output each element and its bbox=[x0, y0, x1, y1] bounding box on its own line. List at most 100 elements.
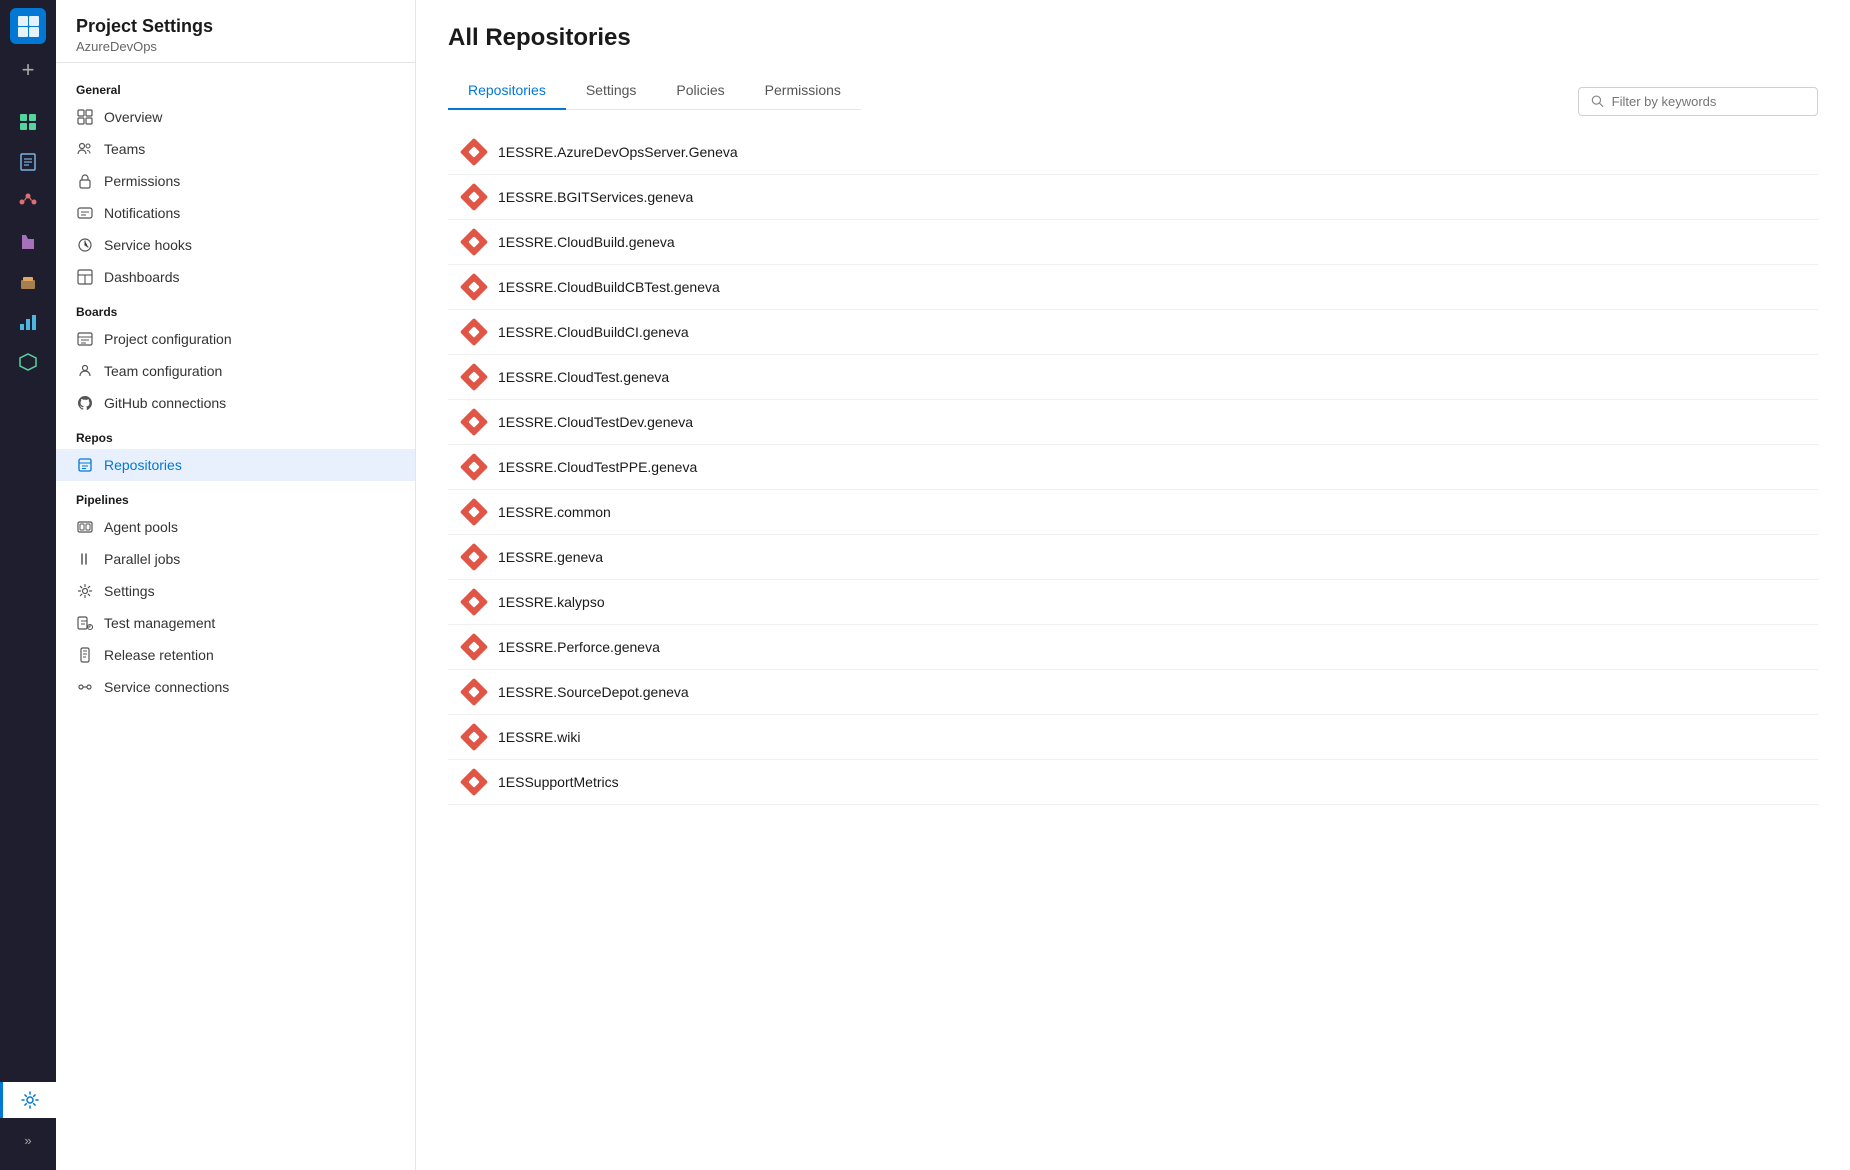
repo-icon bbox=[460, 408, 488, 436]
table-row[interactable]: 1ESSupportMetrics bbox=[448, 760, 1818, 805]
table-row[interactable]: 1ESSRE.CloudBuild.geneva bbox=[448, 220, 1818, 265]
sidebar-item-settings[interactable]: Settings bbox=[56, 575, 415, 607]
sidebar-item-overview-label: Overview bbox=[104, 109, 162, 125]
tab-policies[interactable]: Policies bbox=[656, 72, 744, 110]
filter-input-container[interactable] bbox=[1578, 87, 1818, 116]
table-row[interactable]: 1ESSRE.SourceDepot.geneva bbox=[448, 670, 1818, 715]
repo-name: 1ESSRE.CloudTest.geneva bbox=[498, 369, 669, 385]
table-row[interactable]: 1ESSRE.kalypso bbox=[448, 580, 1818, 625]
table-row[interactable]: 1ESSRE.CloudTestDev.geneva bbox=[448, 400, 1818, 445]
page-title: All Repositories bbox=[448, 24, 1818, 52]
filter-icon bbox=[1591, 94, 1604, 108]
repo-icon bbox=[460, 453, 488, 481]
table-row[interactable]: 1ESSRE.CloudTestPPE.geneva bbox=[448, 445, 1818, 490]
sidebar-item-overview[interactable]: Overview bbox=[56, 101, 415, 133]
tabs-filter-row: Repositories Settings Policies Permissio… bbox=[448, 72, 1818, 130]
table-row[interactable]: 1ESSRE.CloudBuildCBTest.geneva bbox=[448, 265, 1818, 310]
section-pipelines: Pipelines bbox=[56, 481, 415, 511]
sidebar-item-agent-pools[interactable]: Agent pools bbox=[56, 511, 415, 543]
table-row[interactable]: 1ESSRE.AzureDevOpsServer.Geneva bbox=[448, 130, 1818, 175]
notifications-icon bbox=[76, 204, 94, 222]
permissions-icon bbox=[76, 172, 94, 190]
sidebar-item-github-connections-label: GitHub connections bbox=[104, 395, 226, 411]
table-row[interactable]: 1ESSRE.wiki bbox=[448, 715, 1818, 760]
artifacts-rail-icon[interactable] bbox=[10, 264, 46, 300]
sidebar-item-project-configuration[interactable]: Project configuration bbox=[56, 323, 415, 355]
agent-pools-icon bbox=[76, 518, 94, 536]
sidebar-item-notifications[interactable]: Notifications bbox=[56, 197, 415, 229]
add-icon[interactable]: + bbox=[10, 52, 46, 88]
repo-name: 1ESSRE.Perforce.geneva bbox=[498, 639, 660, 655]
tab-settings[interactable]: Settings bbox=[566, 72, 657, 110]
sidebar-item-agent-pools-label: Agent pools bbox=[104, 519, 178, 535]
repo-icon bbox=[460, 228, 488, 256]
main-panel: All Repositories Repositories Settings P… bbox=[416, 0, 1850, 1170]
table-row[interactable]: 1ESSRE.CloudBuildCI.geneva bbox=[448, 310, 1818, 355]
team-config-icon bbox=[76, 362, 94, 380]
sidebar-item-release-retention-label: Release retention bbox=[104, 647, 214, 663]
repo-name: 1ESSupportMetrics bbox=[498, 774, 619, 790]
sidebar-item-parallel-jobs-label: Parallel jobs bbox=[104, 551, 180, 567]
repo-name: 1ESSRE.CloudBuild.geneva bbox=[498, 234, 675, 250]
release-retention-icon bbox=[76, 646, 94, 664]
pipelines-rail-icon[interactable] bbox=[10, 184, 46, 220]
sidebar-item-teams[interactable]: Teams bbox=[56, 133, 415, 165]
sidebar-item-team-configuration[interactable]: Team configuration bbox=[56, 355, 415, 387]
sidebar-item-release-retention[interactable]: Release retention bbox=[56, 639, 415, 671]
service-connections-icon bbox=[76, 678, 94, 696]
repo-name: 1ESSRE.wiki bbox=[498, 729, 580, 745]
repo-icon bbox=[460, 498, 488, 526]
github-icon bbox=[76, 394, 94, 412]
service-hooks-icon bbox=[76, 236, 94, 254]
repo-icon bbox=[460, 318, 488, 346]
project-config-icon bbox=[76, 330, 94, 348]
filter-by-keywords-input[interactable] bbox=[1612, 94, 1805, 109]
repository-list: 1ESSRE.AzureDevOpsServer.Geneva 1ESSRE.B… bbox=[448, 130, 1818, 805]
sidebar-item-project-configuration-label: Project configuration bbox=[104, 331, 232, 347]
sidebar-item-teams-label: Teams bbox=[104, 141, 145, 157]
sidebar-item-service-hooks[interactable]: Service hooks bbox=[56, 229, 415, 261]
sidebar-item-notifications-label: Notifications bbox=[104, 205, 180, 221]
tab-permissions[interactable]: Permissions bbox=[745, 72, 861, 110]
main-content: All Repositories Repositories Settings P… bbox=[416, 0, 1850, 1170]
connections-rail-icon[interactable] bbox=[10, 344, 46, 380]
sidebar-item-test-management-label: Test management bbox=[104, 615, 215, 631]
sidebar-subtitle: AzureDevOps bbox=[76, 39, 395, 54]
section-repos: Repos bbox=[56, 419, 415, 449]
repo-icon bbox=[460, 273, 488, 301]
sidebar-item-settings-label: Settings bbox=[104, 583, 155, 599]
table-row[interactable]: 1ESSRE.CloudTest.geneva bbox=[448, 355, 1818, 400]
collapse-rail-icon[interactable]: » bbox=[10, 1122, 46, 1158]
repo-icon bbox=[460, 723, 488, 751]
sidebar-item-dashboards[interactable]: Dashboards bbox=[56, 261, 415, 293]
settings-icon bbox=[76, 582, 94, 600]
repositories-icon bbox=[76, 456, 94, 474]
section-boards: Boards bbox=[56, 293, 415, 323]
dashboards-icon bbox=[76, 268, 94, 286]
table-row[interactable]: 1ESSRE.geneva bbox=[448, 535, 1818, 580]
repo-icon bbox=[460, 588, 488, 616]
tab-repositories[interactable]: Repositories bbox=[448, 72, 566, 110]
table-row[interactable]: 1ESSRE.Perforce.geneva bbox=[448, 625, 1818, 670]
teams-icon bbox=[76, 140, 94, 158]
table-row[interactable]: 1ESSRE.BGITServices.geneva bbox=[448, 175, 1818, 220]
sidebar-item-repositories[interactable]: Repositories bbox=[56, 449, 415, 481]
sidebar-nav: General Overview Teams Permissions Notif… bbox=[56, 63, 415, 711]
repo-name: 1ESSRE.SourceDepot.geneva bbox=[498, 684, 689, 700]
table-row[interactable]: 1ESSRE.common bbox=[448, 490, 1818, 535]
sidebar-item-permissions[interactable]: Permissions bbox=[56, 165, 415, 197]
boards-rail-icon[interactable] bbox=[10, 104, 46, 140]
overview-icon bbox=[76, 108, 94, 126]
repos-rail-icon[interactable] bbox=[10, 144, 46, 180]
app-logo-icon[interactable] bbox=[10, 8, 46, 44]
testplans-rail-icon[interactable] bbox=[10, 224, 46, 260]
settings-rail-icon[interactable] bbox=[0, 1082, 56, 1118]
sidebar-item-test-management[interactable]: Test management bbox=[56, 607, 415, 639]
sidebar-item-parallel-jobs[interactable]: Parallel jobs bbox=[56, 543, 415, 575]
tabs: Repositories Settings Policies Permissio… bbox=[448, 72, 861, 110]
sidebar-item-github-connections[interactable]: GitHub connections bbox=[56, 387, 415, 419]
sidebar-item-service-connections[interactable]: Service connections bbox=[56, 671, 415, 703]
sidebar-item-service-connections-label: Service connections bbox=[104, 679, 229, 695]
analytics-rail-icon[interactable] bbox=[10, 304, 46, 340]
section-general: General bbox=[56, 71, 415, 101]
